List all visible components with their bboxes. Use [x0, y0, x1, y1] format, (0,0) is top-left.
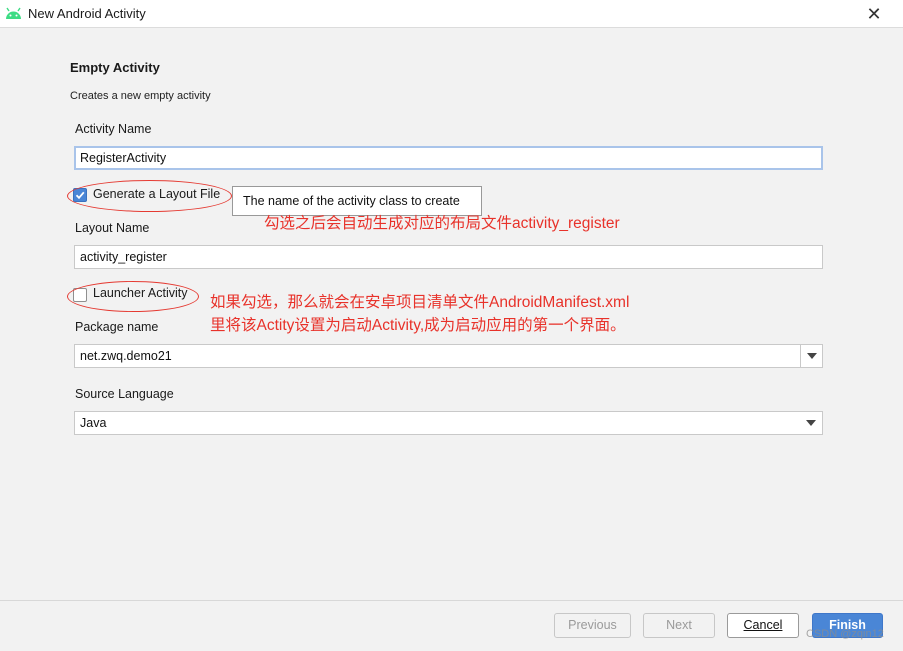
page-subtitle: Creates a new empty activity — [70, 90, 211, 102]
source-language-value: Java — [80, 416, 107, 430]
source-language-label: Source Language — [75, 387, 174, 401]
next-button[interactable]: Next — [643, 613, 715, 638]
activity-name-label: Activity Name — [75, 122, 152, 136]
android-icon — [6, 7, 21, 19]
package-name-label: Package name — [75, 320, 159, 334]
cancel-button[interactable]: Cancel — [727, 613, 799, 638]
package-name-value: net.zwq.demo21 — [80, 349, 172, 363]
activity-name-input[interactable]: RegisterActivity — [74, 146, 823, 170]
layout-name-label: Layout Name — [75, 221, 150, 235]
annotation-launcher-note-2: 里将该Actity设置为启动Activity,成为启动应用的第一个界面。 — [210, 317, 626, 334]
annotation-circle-generate-layout — [67, 180, 232, 212]
page-title: Empty Activity — [70, 60, 160, 75]
layout-name-input[interactable]: activity_register — [74, 245, 823, 269]
previous-button[interactable]: Previous — [554, 613, 631, 638]
package-name-combobox[interactable]: net.zwq.demo21 — [74, 344, 823, 368]
window-titlebar: New Android Activity ✕ — [0, 0, 903, 28]
annotation-layout-note: 勾选之后会自动生成对应的布局文件activity_register — [264, 215, 620, 232]
source-language-select[interactable]: Java — [74, 411, 823, 435]
close-icon[interactable]: ✕ — [860, 2, 888, 26]
annotation-launcher-note-1: 如果勾选，那么就会在安卓项目清单文件AndroidManifest.xml — [210, 294, 630, 311]
dropdown-arrow-icon[interactable] — [800, 412, 822, 434]
dropdown-arrow-icon[interactable] — [800, 345, 822, 367]
window-title: New Android Activity — [28, 6, 146, 21]
watermark: CSDN @zqin12 — [806, 628, 884, 640]
annotation-circle-launcher — [67, 281, 199, 312]
